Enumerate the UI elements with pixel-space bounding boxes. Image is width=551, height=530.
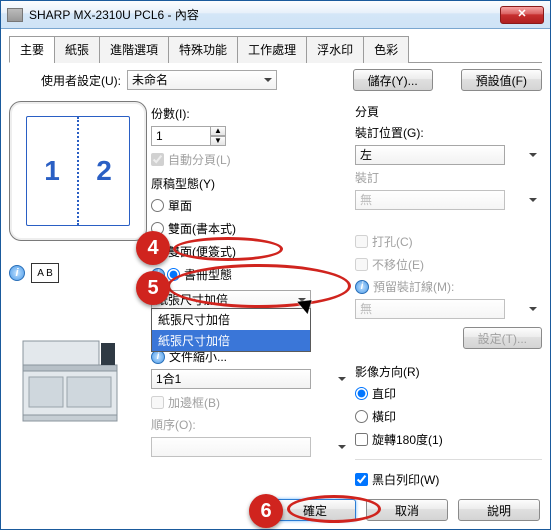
titlebar: SHARP MX-2310U PCL6 - 內容 ✕ — [1, 1, 550, 29]
reserve-bind-select: 無 — [355, 299, 505, 319]
radio-portrait[interactable] — [355, 387, 368, 400]
section-paging-label: 分頁 — [355, 103, 542, 120]
radio-booklet-label: 書冊型態 — [184, 266, 232, 283]
noshift-checkbox — [355, 258, 368, 271]
collate-checkbox — [151, 153, 164, 166]
tab-job[interactable]: 工作處理 — [237, 36, 307, 63]
printer-image — [9, 333, 129, 433]
window-title: SHARP MX-2310U PCL6 - 內容 — [29, 6, 500, 23]
original-type-label: 原稿型態(Y) — [151, 175, 351, 192]
landscape-label: 橫印 — [372, 408, 396, 425]
punch-checkbox — [355, 235, 368, 248]
copies-label: 份數(I): — [151, 105, 351, 122]
noshift-label: 不移位(E) — [372, 256, 424, 273]
tab-advanced[interactable]: 進階選項 — [99, 36, 169, 63]
radio-simplex[interactable] — [151, 199, 164, 212]
preview-page-2: 2 — [79, 117, 129, 225]
callout-badge-5: 5 — [136, 271, 170, 305]
image-direction-label: 影像方向(R) — [355, 363, 542, 380]
printer-icon — [7, 8, 23, 22]
border-label: 加邊框(B) — [168, 394, 220, 411]
tab-paper[interactable]: 紙張 — [54, 36, 100, 63]
bind-pos-select[interactable]: 左 — [355, 145, 505, 165]
booklet-paper-dropdown-list[interactable]: 紙張尺寸加倍 紙張尺寸加倍 — [151, 308, 311, 352]
defaults-button[interactable]: 預設值(F) — [461, 69, 542, 91]
mouse-cursor-icon — [301, 296, 315, 316]
tab-main[interactable]: 主要 — [9, 36, 55, 63]
ok-button[interactable]: 確定 — [274, 499, 356, 521]
order-label: 順序(O): — [151, 416, 351, 433]
copies-input[interactable] — [151, 126, 211, 146]
bind-pos-label: 裝訂位置(G): — [355, 124, 542, 141]
order-select — [151, 437, 311, 457]
portrait-label: 直印 — [372, 385, 396, 402]
rotate180-checkbox[interactable] — [355, 433, 368, 446]
dropdown-item-selected[interactable]: 紙張尺寸加倍 — [152, 330, 310, 351]
info-icon[interactable]: i — [355, 280, 369, 294]
radio-booklet[interactable] — [167, 268, 180, 281]
booklet-paper-select[interactable]: 紙張尺寸加倍 — [151, 290, 311, 310]
settings-button: 設定(T)... — [463, 327, 542, 349]
help-button[interactable]: 說明 — [458, 499, 540, 521]
tab-special[interactable]: 特殊功能 — [168, 36, 238, 63]
close-button[interactable]: ✕ — [500, 6, 544, 24]
radio-duplex-tablet-label: 雙面(便簽式) — [168, 243, 236, 260]
dropdown-item[interactable]: 紙張尺寸加倍 — [152, 309, 310, 330]
bw-print-checkbox[interactable] — [355, 473, 368, 486]
copies-down[interactable]: ▼ — [210, 136, 226, 146]
border-checkbox — [151, 396, 164, 409]
tabstrip: 主要 紙張 進階選項 特殊功能 工作處理 浮水印 色彩 — [9, 35, 542, 63]
radio-simplex-label: 單面 — [168, 197, 192, 214]
staple-select: 無 — [355, 190, 505, 210]
preview-page-1: 1 — [27, 117, 79, 225]
tab-watermark[interactable]: 浮水印 — [306, 36, 364, 63]
paper-ab-icon: A B — [31, 263, 59, 283]
save-button[interactable]: 儲存(Y)... — [353, 69, 433, 91]
staple-label: 裝訂 — [355, 169, 542, 186]
nup-select[interactable]: 1合1 — [151, 369, 311, 389]
user-setting-label: 使用者設定(U): — [41, 72, 121, 89]
radio-landscape[interactable] — [355, 410, 368, 423]
rotate180-label: 旋轉180度(1) — [372, 431, 443, 448]
cancel-button[interactable]: 取消 — [366, 499, 448, 521]
info-icon[interactable]: i — [9, 265, 25, 281]
bw-print-label: 黑白列印(W) — [372, 471, 439, 488]
tab-color[interactable]: 色彩 — [363, 36, 409, 63]
layout-preview: 1 2 — [9, 101, 147, 241]
radio-duplex-book-label: 雙面(書本式) — [168, 220, 236, 237]
callout-badge-4: 4 — [136, 231, 170, 265]
user-setting-select[interactable]: 未命名 — [127, 70, 277, 90]
punch-label: 打孔(C) — [372, 233, 413, 250]
copies-up[interactable]: ▲ — [210, 126, 226, 136]
callout-badge-6: 6 — [249, 494, 283, 528]
collate-label: 自動分頁(L) — [168, 151, 231, 168]
reserve-bind-label: 預留裝訂線(M): — [373, 278, 454, 295]
